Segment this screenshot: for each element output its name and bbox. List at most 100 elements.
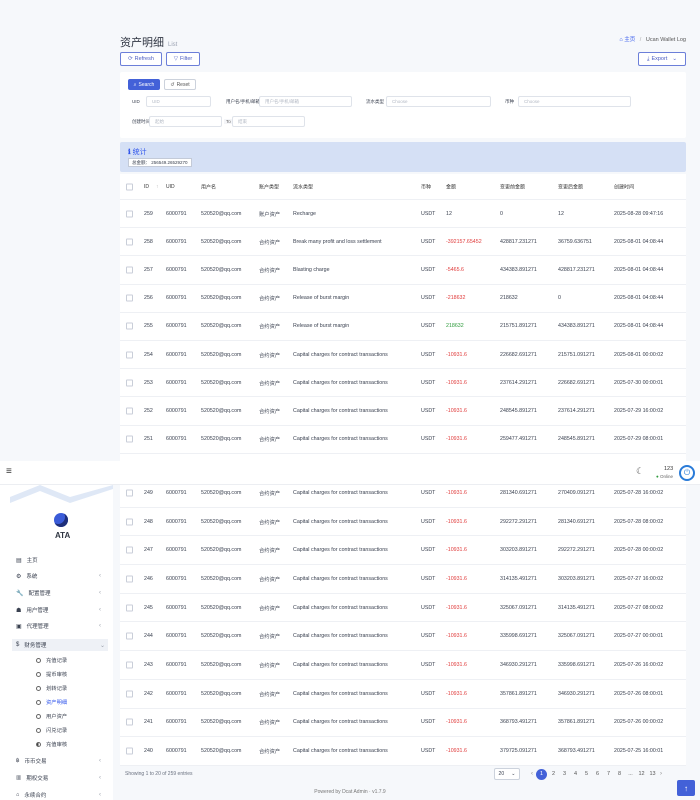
menu-icon[interactable]: ≡	[6, 466, 12, 477]
chevron-left-icon: ‹	[99, 590, 101, 596]
time-to-input[interactable]: 结束	[232, 116, 305, 127]
chevron-left-icon: ‹	[99, 758, 101, 764]
cell-uid: 6000791	[166, 719, 187, 726]
table-row: 258 6000791 520520@qq.com 合约资产 Break many pr…	[120, 228, 686, 257]
next-page-icon[interactable]: ›	[660, 771, 662, 777]
sidebar-subitem-1[interactable]: 提币审核	[36, 670, 67, 678]
sidebar-subitem-3[interactable]: 资产明细	[36, 698, 67, 706]
page-link-1[interactable]: 2	[549, 769, 558, 780]
select-all-checkbox[interactable]	[126, 183, 133, 190]
row-checkbox[interactable]	[126, 518, 133, 526]
cell-created-at: 2025-07-25 16:00:01	[614, 748, 664, 755]
filter-button[interactable]: ▽ Filter	[166, 52, 200, 66]
sidebar-item-2[interactable]: 🔧 配置管理 ‹	[16, 589, 101, 597]
header-id[interactable]: ID	[144, 184, 149, 190]
page-link-8[interactable]: ...	[626, 769, 635, 780]
brand-name: ATA	[55, 531, 71, 540]
sidebar-item-5[interactable]: $ 财务管理 ⌄	[12, 639, 108, 651]
type-select[interactable]: Choose	[386, 96, 491, 107]
powered-by: Powered by Dcat Admin · v1.7.9	[314, 789, 386, 795]
row-checkbox[interactable]	[126, 718, 133, 726]
uid-input[interactable]: UID	[146, 96, 211, 107]
circle-icon	[36, 657, 41, 663]
cell-created-at: 2025-07-27 00:00:01	[614, 633, 664, 640]
row-checkbox[interactable]	[126, 379, 133, 387]
cell-uid: 6000791	[166, 748, 187, 755]
cell-log-type: Release of burst margin	[293, 323, 350, 330]
sidebar-subitem-5[interactable]: 闪兑记录	[36, 726, 67, 734]
cell-amount: -10931.6	[446, 351, 467, 358]
cell-id: 241	[144, 719, 153, 726]
sidebar-item-label: 币币交易	[24, 759, 47, 765]
sidebar-item-1[interactable]: ⚙ 系统 ‹	[16, 572, 101, 580]
cell-created-at: 2025-07-28 16:00:02	[614, 489, 664, 496]
cell-created-at: 2025-07-29 16:00:02	[614, 407, 664, 414]
table-row: 246 6000791 520520@qq.com 合约资产 Capital charg…	[120, 565, 686, 594]
row-checkbox[interactable]	[126, 690, 133, 698]
breadcrumb-home[interactable]: ⌂ 主页	[619, 37, 635, 43]
row-checkbox[interactable]	[126, 266, 133, 274]
sidebar-item-3[interactable]: ☗ 用户管理 ‹	[16, 606, 101, 614]
search-button[interactable]: ⌕ Search	[128, 79, 160, 90]
row-checkbox[interactable]	[126, 489, 133, 497]
sidebar-item-label: 用户管理	[26, 608, 49, 614]
moon-icon[interactable]: ☾	[636, 466, 644, 477]
table-row: 247 6000791 520520@qq.com 合约资产 Capital charg…	[120, 536, 686, 566]
page-link-2[interactable]: 3	[560, 769, 569, 780]
row-checkbox[interactable]	[126, 546, 133, 554]
row-checkbox[interactable]	[126, 322, 133, 330]
prev-page-icon[interactable]: ‹	[531, 771, 533, 777]
page-link-3[interactable]: 4	[571, 769, 580, 780]
row-checkbox[interactable]	[126, 407, 133, 415]
per-page-select[interactable]: 20 ⌄	[494, 768, 520, 780]
sort-icon[interactable]: ↑	[156, 184, 159, 190]
sidebar-subitem-label: 充值记录	[46, 658, 68, 664]
account-input[interactable]: 用户名/手机/邮箱	[259, 96, 352, 107]
cell-account-type: 合约资产	[259, 324, 281, 331]
cell-username: 520520@qq.com	[201, 518, 242, 525]
cell-username: 520520@qq.com	[201, 633, 242, 640]
cell-coin: USDT	[421, 633, 436, 640]
sidebar-subitem-2[interactable]: 划转记录	[36, 684, 67, 692]
sidebar-subitem-6[interactable]: 充值审核	[36, 740, 67, 748]
scroll-top-button[interactable]: ↑	[677, 780, 695, 796]
row-checkbox[interactable]	[126, 435, 133, 443]
cell-after-amount: 0	[558, 295, 561, 302]
page-link-10[interactable]: 13	[648, 769, 657, 780]
sidebar-bottom-item-1[interactable]: ▥ 期权交易 ‹	[16, 774, 101, 782]
sidebar-subitem-0[interactable]: 充值记录	[36, 656, 67, 664]
cell-after-amount: 368793.491271	[558, 748, 595, 755]
power-icon[interactable]: ⏻	[679, 465, 695, 481]
row-checkbox[interactable]	[126, 604, 133, 612]
row-checkbox[interactable]	[126, 632, 133, 640]
reset-button[interactable]: ↺ Reset	[164, 79, 196, 90]
cell-uid: 6000791	[166, 662, 187, 669]
page-link-9[interactable]: 12	[637, 769, 646, 780]
row-checkbox[interactable]	[126, 351, 133, 359]
page-link-4[interactable]: 5	[582, 769, 591, 780]
sidebar-subitem-4[interactable]: 用户资产	[36, 712, 67, 720]
row-checkbox[interactable]	[126, 661, 133, 669]
cell-before-amount: 226682.691271	[500, 351, 537, 358]
page-link-6[interactable]: 7	[604, 769, 613, 780]
sidebar-bottom-item-0[interactable]: ฿ 币币交易 ‹	[16, 757, 101, 765]
coin-select[interactable]: Choose	[518, 96, 631, 107]
circle-icon	[36, 685, 41, 691]
refresh-button[interactable]: ⟳ Refresh	[120, 52, 162, 66]
row-checkbox[interactable]	[126, 210, 133, 218]
row-checkbox[interactable]	[126, 238, 133, 246]
page-link-0[interactable]: 1	[536, 768, 547, 780]
time-from-input[interactable]: 起始	[149, 116, 222, 127]
row-checkbox[interactable]	[126, 294, 133, 302]
page-link-7[interactable]: 8	[615, 769, 624, 780]
row-checkbox[interactable]	[126, 575, 133, 583]
cell-id: 258	[144, 238, 153, 245]
row-checkbox[interactable]	[126, 747, 133, 755]
users-icon: ☗	[16, 607, 22, 614]
sidebar-item-4[interactable]: ▣ 代理管理 ‹	[16, 622, 101, 630]
page-link-5[interactable]: 6	[593, 769, 602, 780]
cell-before-amount: 237614.291271	[500, 379, 537, 386]
table-row: 254 6000791 520520@qq.com 合约资产 Capital charg…	[120, 341, 686, 370]
export-button[interactable]: ⤓ Export ⌄	[638, 52, 686, 66]
sidebar-item-0[interactable]: ▤ 主页	[16, 556, 38, 565]
